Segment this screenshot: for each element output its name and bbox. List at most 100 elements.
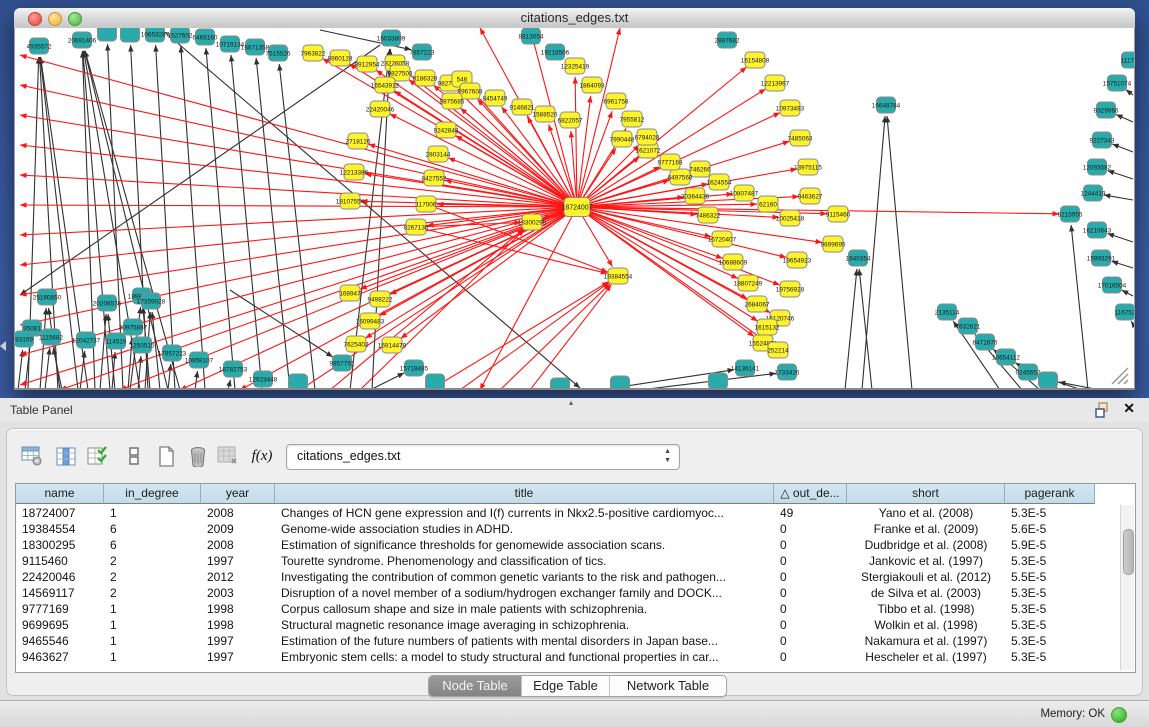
graph-edge <box>100 314 106 388</box>
table-row[interactable]: 911546021997Tourette syndrome. Phenomeno… <box>16 553 1135 569</box>
table-row[interactable]: 2242004622012Investigating the contribut… <box>16 569 1135 585</box>
graph-node-label: 62160 <box>759 201 777 208</box>
delete-icon[interactable] <box>185 443 211 469</box>
table-mode-icon[interactable] <box>19 443 45 469</box>
column-header-short[interactable]: short <box>847 484 1005 504</box>
panel-resize-handle-icon[interactable]: ▴ <box>569 398 573 407</box>
table-row[interactable]: 969969511998Structural magnetic resonanc… <box>16 617 1135 633</box>
cell-pagerank: 5.3E-5 <box>1005 633 1095 649</box>
cell-year: 2008 <box>201 505 275 521</box>
graph-node-label: 114519 <box>106 338 127 345</box>
graph-node-label: 9242848 <box>434 127 459 134</box>
resize-grip-icon[interactable] <box>1108 364 1132 386</box>
graph-node-label: 20206576 <box>93 300 122 307</box>
graph-node-label: 1115682 <box>39 334 63 341</box>
graph-node-label: 12093582 <box>1083 164 1112 171</box>
graph-node-label: 168947 <box>339 290 361 297</box>
graph-edge-arrow-icon <box>548 124 553 131</box>
graph-node[interactable] <box>1039 372 1058 388</box>
table-scrollbar[interactable] <box>1120 505 1134 670</box>
column-header-in_degree[interactable]: in_degree <box>104 484 201 504</box>
table-row[interactable]: 977716911998Corpus callosum shape and si… <box>16 601 1135 617</box>
graph-edge-arrow-icon <box>750 202 757 207</box>
graph-node-label: 10807487 <box>730 190 759 197</box>
graph-edge-arrow-icon <box>1069 225 1074 232</box>
graph-node[interactable] <box>121 28 140 42</box>
panel-collapse-icon[interactable] <box>0 341 6 351</box>
graph-node-label: 1640354 <box>846 255 871 262</box>
cell-short: Hescheler et al. (1997) <box>847 649 1005 665</box>
graph-node-label: 16210643 <box>1083 227 1112 234</box>
graph-edge-arrow-icon <box>153 45 158 52</box>
graph-edge-arrow-icon <box>20 143 27 148</box>
graph-edge-arrow-icon <box>502 107 508 114</box>
graph-edge <box>360 230 524 388</box>
graph-node-label: 15993291 <box>1087 255 1116 262</box>
table-panel-body: f(x) citations_edges.txt ▲▼ namein_degre… <box>6 428 1143 696</box>
scrollbar-thumb[interactable] <box>1123 529 1134 575</box>
row-height-icon[interactable] <box>121 443 147 469</box>
graph-node-label: 12923448 <box>249 376 278 383</box>
column-header-year[interactable]: year <box>201 484 275 504</box>
graph-node-label: 18107554 <box>336 198 365 205</box>
cell-name: 9777169 <box>16 601 104 617</box>
cell-in_degree: 1 <box>104 505 201 521</box>
graph-node-label: 9329966 <box>1094 107 1119 114</box>
graph-node-label: 1250515 <box>130 342 155 349</box>
network-graph[interactable]: 1872400779638228960128891295423226058982… <box>15 28 1134 388</box>
tab-network-table[interactable]: Network Table <box>610 676 726 696</box>
column-header-out_de[interactable]: △ out_de... <box>774 484 847 504</box>
cell-title: Investigating the contribution of common… <box>275 569 774 585</box>
graph-edge-arrow-icon <box>773 280 780 285</box>
cell-in_degree: 2 <box>104 553 201 569</box>
table-selector-dropdown[interactable]: citations_edges.txt ▲▼ <box>286 444 680 470</box>
window-titlebar[interactable]: citations_edges.txt <box>14 8 1135 29</box>
graph-node[interactable] <box>289 374 308 388</box>
graph-edge <box>859 269 872 388</box>
memory-status-led-icon[interactable] <box>1111 707 1127 723</box>
graph-node-label: 1244419 <box>1081 190 1106 197</box>
tab-node-table[interactable]: Node Table <box>429 676 522 696</box>
graph-node-label: 1588520 <box>533 111 558 118</box>
graph-edge <box>435 208 607 273</box>
graph-node[interactable] <box>551 378 570 388</box>
graph-edge-arrow-icon <box>747 330 754 336</box>
cell-year: 2003 <box>201 585 275 601</box>
graph-edge <box>181 46 205 388</box>
graph-node[interactable] <box>611 376 630 388</box>
graph-node[interactable] <box>426 374 445 388</box>
float-panel-icon[interactable] <box>1095 402 1111 418</box>
column-header-name[interactable]: name <box>16 484 104 504</box>
table-row[interactable]: 1830029562008Estimation of significance … <box>16 537 1135 553</box>
graph-node-label: 8186328 <box>413 75 438 82</box>
select-columns-icon[interactable] <box>85 443 111 469</box>
table-row[interactable]: 946554611997Estimation of the future num… <box>16 633 1135 649</box>
cell-name: 9463627 <box>16 649 104 665</box>
delete-table-icon[interactable] <box>215 443 241 469</box>
cell-out_de: 0 <box>774 633 847 649</box>
tab-edge-table[interactable]: Edge Table <box>522 676 610 696</box>
close-panel-icon[interactable]: ✕ <box>1123 400 1135 417</box>
function-builder-icon[interactable]: f(x) <box>249 443 275 469</box>
table-row[interactable]: 1872400712008Changes of HCN gene express… <box>16 505 1135 521</box>
graph-node-label: 1864093 <box>580 82 605 89</box>
cell-year: 1998 <box>201 601 275 617</box>
table-row[interactable]: 946362711997Embryonic stem cells: a mode… <box>16 649 1135 665</box>
graph-edge-arrow-icon <box>607 260 613 267</box>
network-window: citations_edges.txt 18724007796382289601… <box>14 8 1135 390</box>
table-row[interactable]: 1938455462009Genome-wide association stu… <box>16 521 1135 537</box>
show-column-icon[interactable] <box>53 443 79 469</box>
graph-node-label: 9146821 <box>510 104 535 111</box>
graph-node-label: 15720407 <box>708 236 737 243</box>
graph-node[interactable] <box>709 373 728 388</box>
table-row[interactable]: 1456911722003Disruption of a novel membe… <box>16 585 1135 601</box>
graph-node[interactable] <box>98 28 117 41</box>
cell-short: Jankovic et al. (1997) <box>847 553 1005 569</box>
column-header-pagerank[interactable]: pagerank <box>1005 484 1095 504</box>
network-canvas[interactable]: 1872400779638228960128891295423226058982… <box>14 28 1135 390</box>
graph-edge-arrow-icon <box>128 45 133 52</box>
column-header-title[interactable]: title <box>275 484 774 504</box>
graph-edge-arrow-icon <box>607 111 612 118</box>
graph-edge-arrow-icon <box>587 96 592 103</box>
new-file-icon[interactable] <box>153 443 179 469</box>
